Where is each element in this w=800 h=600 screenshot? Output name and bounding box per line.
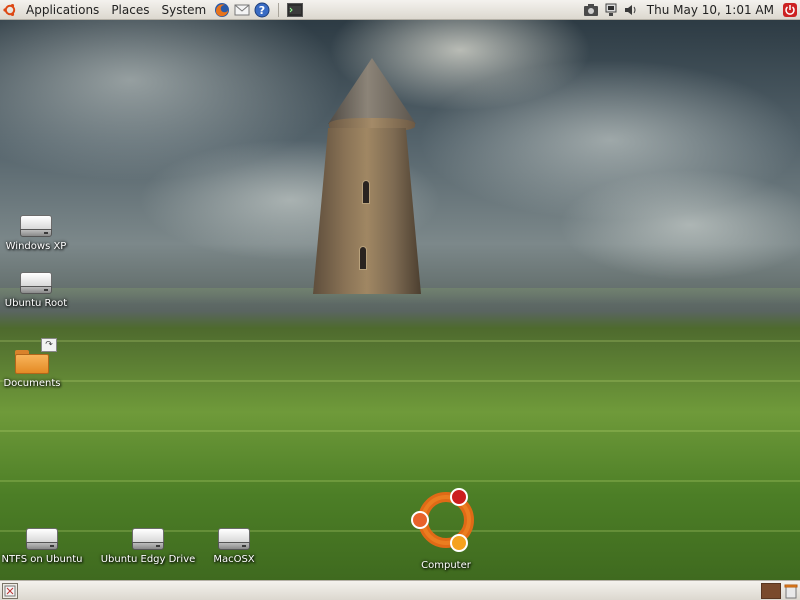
screenshot-icon[interactable] [581,0,601,20]
trash-icon[interactable] [784,583,798,599]
tower-window [359,246,367,270]
notification-area: Thu May 10, 1:01 AM [581,0,800,20]
desktop-icon-label: MacOSX [213,554,255,565]
bottom-panel [0,580,800,600]
drive-icon [26,528,58,550]
folder-icon: ↷ [15,338,57,374]
symlink-arrow-icon: ↷ [41,338,57,352]
desktop-icon-label: NTFS on Ubuntu [1,554,83,565]
desktop-icon-label: Windows XP [5,241,67,252]
clock[interactable]: Thu May 10, 1:01 AM [641,0,780,20]
terminal-icon[interactable] [285,0,305,20]
ubuntu-logo-icon [0,0,20,20]
places-menu[interactable]: Places [105,0,155,20]
show-desktop-icon[interactable] [2,583,18,599]
drive-icon [132,528,164,550]
applications-menu[interactable]: Applications [20,0,105,20]
mail-icon[interactable] [232,0,252,20]
ubuntu-computer-icon [411,488,474,552]
system-menu[interactable]: System [155,0,212,20]
desktop-icon-macosx[interactable]: MacOSX [184,528,284,565]
desktop-icon-label: Ubuntu Edgy Drive [100,554,196,565]
network-icon[interactable] [601,0,621,20]
desktop-icon-ubuntu-root[interactable]: Ubuntu Root [0,272,86,309]
desktop-icon-computer[interactable]: Computer [396,484,496,571]
drive-icon [20,272,52,294]
desktop-icon-label: Ubuntu Root [4,298,68,309]
desktop-icon-label: Computer [421,560,471,571]
drive-icon [218,528,250,550]
main-menu: Applications Places System ? [0,0,305,20]
desktop[interactable]: Windows XP Ubuntu Root ↷ Documents NTFS … [0,20,800,580]
workspace-switcher[interactable] [761,583,781,599]
desktop-icon-windows-xp[interactable]: Windows XP [0,215,86,252]
help-icon[interactable]: ? [252,0,272,20]
svg-text:?: ? [259,4,265,17]
top-panel: Applications Places System ? Thu May 10,… [0,0,800,20]
desktop-icon-documents[interactable]: ↷ Documents [0,338,82,389]
desktop-icon-ntfs-on-ubuntu[interactable]: NTFS on Ubuntu [0,528,92,565]
tower-window [362,180,370,204]
power-icon[interactable] [780,0,800,20]
firefox-icon[interactable] [212,0,232,20]
desktop-icon-ubuntu-edgy-drive[interactable]: Ubuntu Edgy Drive [98,528,198,565]
desktop-icon-label: Documents [3,378,61,389]
drive-icon [20,215,52,237]
tower [313,128,421,294]
panel-separator [278,2,280,17]
volume-icon[interactable] [621,0,641,20]
